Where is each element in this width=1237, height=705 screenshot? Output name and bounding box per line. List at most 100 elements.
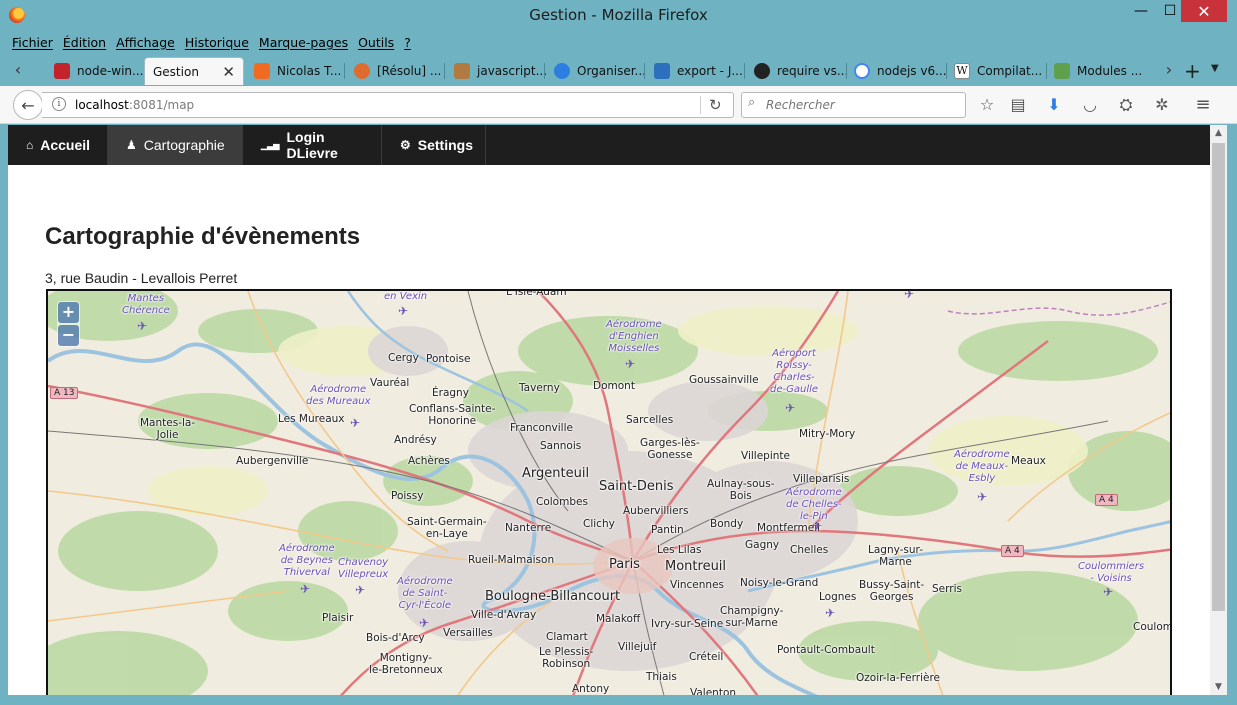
map-label-montfermeil: Montfermeil — [757, 522, 821, 534]
bookmark-star-icon[interactable]: ☆ — [977, 95, 997, 115]
tab-javascript[interactable]: javascript... — [446, 57, 547, 85]
url-text: localhost:8081/map — [75, 98, 194, 112]
signal-icon: ▁▃▅ — [261, 140, 280, 150]
map-label-malakoff: Malakoff — [596, 613, 641, 625]
tab-gestion[interactable]: Gestion ✕ — [144, 57, 244, 85]
menu-outils[interactable]: Outils — [358, 35, 394, 50]
menu-historique[interactable]: Historique — [185, 35, 249, 50]
tab-separator — [444, 63, 445, 79]
map-label-bondy: Bondy — [710, 518, 744, 530]
scroll-down-icon[interactable]: ▼ — [1210, 679, 1227, 695]
map-label-coulommiers: Coulommiers - Voisins — [1078, 561, 1145, 584]
tab-resolu[interactable]: [Résolu] ... — [346, 57, 442, 85]
menu-bar: Fichier Édition Affichage Historique Mar… — [0, 31, 1237, 53]
map-label-sarcelles: Sarcelles — [626, 414, 674, 426]
tab-favicon-icon — [254, 63, 270, 79]
map-label-cergy: Cergy — [388, 352, 419, 364]
hamburger-menu-icon[interactable]: ≡ — [1193, 95, 1213, 115]
map-label-lagny: Lagny-sur- Marne — [868, 544, 923, 568]
map-label-villepinte: Villepinte — [741, 450, 790, 462]
extension-icon[interactable]: ⛭ — [1116, 95, 1136, 115]
map-label-montreuil: Montreuil — [665, 559, 727, 574]
map-label-aerodrome-mureaux: Aérodrome des Mureaux — [306, 384, 371, 407]
tab-require[interactable]: require vs... — [746, 57, 848, 85]
tab-organiser[interactable]: Organiser... — [546, 57, 646, 85]
search-input[interactable] — [766, 96, 956, 114]
nav-accueil[interactable]: ⌂ Accueil — [8, 125, 108, 165]
gear-icon: ⚙ — [400, 138, 411, 152]
addon-icon[interactable]: ✲ — [1152, 95, 1172, 115]
tab-nicolas[interactable]: Nicolas T... — [246, 57, 342, 85]
map-label-chelles: Chelles — [790, 544, 829, 556]
search-bar[interactable]: ⌕ — [741, 92, 966, 118]
map-label-ozoir: Ozoir-la-Ferrière — [856, 672, 940, 684]
nodejs-icon — [1054, 63, 1070, 79]
new-tab-icon[interactable]: + — [1184, 59, 1201, 83]
map-label-montigny: Montigny- le-Bretonneux — [369, 652, 443, 676]
scroll-up-icon[interactable]: ▲ — [1210, 125, 1227, 141]
tab-label: Gestion — [153, 64, 199, 79]
map-label-plessis: Le Plessis- Robinson — [539, 646, 594, 670]
airport-icon: ✈ — [419, 616, 430, 630]
reload-icon[interactable]: ↻ — [709, 96, 722, 114]
event-address: 3, rue Baudin - Levallois Perret — [45, 270, 238, 286]
tab-node-win[interactable]: node-win... — [46, 57, 143, 85]
map-label-aerodrome-meaux: Aérodrome de Meaux- Esbly — [954, 449, 1010, 484]
nav-settings[interactable]: ⚙ Settings — [382, 125, 486, 165]
navigation-bar: ← i localhost:8081/map ↻ ⌕ ☆ ▤ ⬇ ◡ ⛭ ✲ ≡ — [0, 86, 1237, 124]
menu-edition[interactable]: Édition — [63, 35, 106, 50]
close-tab-icon[interactable]: ✕ — [222, 63, 235, 81]
map-label-acheres: Achères — [408, 455, 450, 467]
tab-separator — [344, 63, 345, 79]
back-arrow-icon: ← — [21, 95, 35, 115]
close-window-button[interactable]: ✕ — [1181, 0, 1227, 22]
search-icon: ⌕ — [748, 95, 756, 110]
url-host: localhost — [75, 98, 129, 112]
menu-help[interactable]: ? — [404, 35, 411, 50]
map-container[interactable]: + − Paris Saint-Denis Argenteuil Montreu… — [46, 289, 1172, 695]
tab-export[interactable]: export - J... — [646, 57, 743, 85]
tab-nodejs[interactable]: nodejs v6... — [846, 57, 947, 85]
map-label-antony: Antony — [572, 683, 610, 695]
tab-scroll-left-icon[interactable]: ‹ — [10, 61, 26, 79]
tab-list-icon[interactable]: ▼ — [1211, 63, 1219, 74]
airport-icon: ✈ — [137, 319, 148, 333]
map-label-saint-germain: Saint-Germain- en-Laye — [407, 516, 487, 540]
app-navbar: ⌂ Accueil ♟ Cartographie ▁▃▅ Login DLiev… — [8, 125, 1210, 165]
map-label-thiais: Thiais — [646, 671, 677, 683]
tab-compilat[interactable]: W Compilat... — [946, 57, 1044, 85]
tab-label: require vs... — [777, 64, 849, 78]
map-label-boulogne: Boulogne-Billancourt — [485, 589, 621, 604]
map-label-aeroport-roissy: Aéroport Roissy- Charles- de-Gaulle — [770, 348, 819, 395]
menu-fichier[interactable]: Fichier — [12, 35, 53, 50]
page-viewport: ⌂ Accueil ♟ Cartographie ▁▃▅ Login DLiev… — [8, 125, 1210, 695]
menu-marque-pages[interactable]: Marque-pages — [259, 35, 348, 50]
wikipedia-icon: W — [954, 63, 970, 79]
airport-icon: ✈ — [355, 583, 366, 597]
tab-scroll-right-icon[interactable]: › — [1161, 61, 1177, 79]
map-label-lognes: Lognes — [819, 591, 857, 603]
map-label-conflans: Conflans-Sainte- Honorine — [409, 403, 496, 427]
map-label-villeparisis: Villeparisis — [793, 473, 850, 485]
menu-affichage[interactable]: Affichage — [116, 35, 175, 50]
vertical-scrollbar[interactable]: ▲ ▼ — [1210, 125, 1227, 695]
url-bar[interactable]: i localhost:8081/map ↻ — [42, 92, 734, 118]
nav-cartographie[interactable]: ♟ Cartographie — [108, 125, 243, 165]
scrollbar-thumb[interactable] — [1212, 143, 1225, 611]
map-label-pantin: Pantin — [651, 524, 684, 536]
nav-login-dlievre[interactable]: ▁▃▅ Login DLievre — [243, 125, 382, 165]
downloads-icon[interactable]: ⬇ — [1044, 95, 1064, 115]
map-label-mantes-cherence: Mantes Chérence — [122, 293, 170, 316]
zoom-out-button[interactable]: − — [58, 325, 79, 346]
airport-icon: ✈ — [1103, 585, 1114, 599]
map-label-franconville: Franconville — [510, 422, 573, 434]
window-title: Gestion - Mozilla Firefox — [529, 6, 708, 24]
pocket-icon[interactable]: ◡ — [1080, 95, 1100, 115]
zoom-in-button[interactable]: + — [58, 302, 79, 323]
url-divider — [700, 96, 701, 114]
back-button[interactable]: ← — [13, 90, 43, 120]
tab-modules[interactable]: Modules ... — [1046, 57, 1144, 85]
site-info-icon[interactable]: i — [52, 97, 66, 111]
map-label-argenteuil: Argenteuil — [522, 466, 590, 481]
reading-list-icon[interactable]: ▤ — [1008, 95, 1028, 115]
